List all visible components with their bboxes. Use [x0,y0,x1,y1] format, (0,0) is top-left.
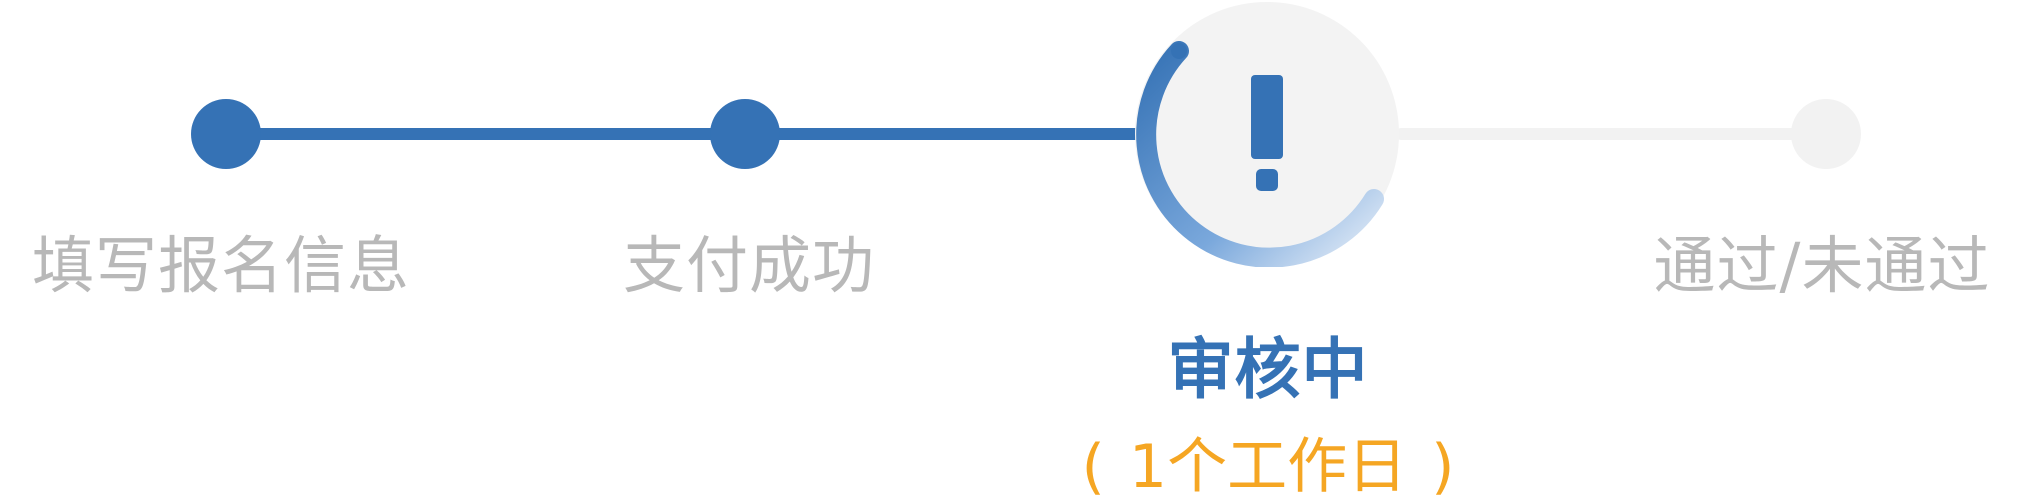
track-segment-3 [1395,128,1825,140]
note-open-paren: ( [1081,432,1105,498]
note-close-paren: ) [1431,432,1455,498]
step-3-label: 审核中 [1167,331,1369,408]
track-segment-2 [745,128,1145,140]
step-4-dot [1791,99,1861,169]
track-segment-1 [225,128,745,140]
step-4-label: 通过/未通过 [1653,229,1991,302]
step-1-label: 填写报名信息 [31,229,411,302]
step-1-dot [191,99,261,169]
progress-stepper: 填写报名信息 支付成功 审核中 通过/未通过 ( 1个工作日 ) [0,0,2040,498]
step-3-note: ( 1个工作日 ) [1081,432,1454,498]
step-2-dot [710,99,780,169]
step-2-label: 支付成功 [622,229,876,302]
current-step-ring-cap [1171,43,1187,59]
step-3-current-indicator [1135,2,1399,267]
note-text: 1个工作日 [1128,432,1408,498]
